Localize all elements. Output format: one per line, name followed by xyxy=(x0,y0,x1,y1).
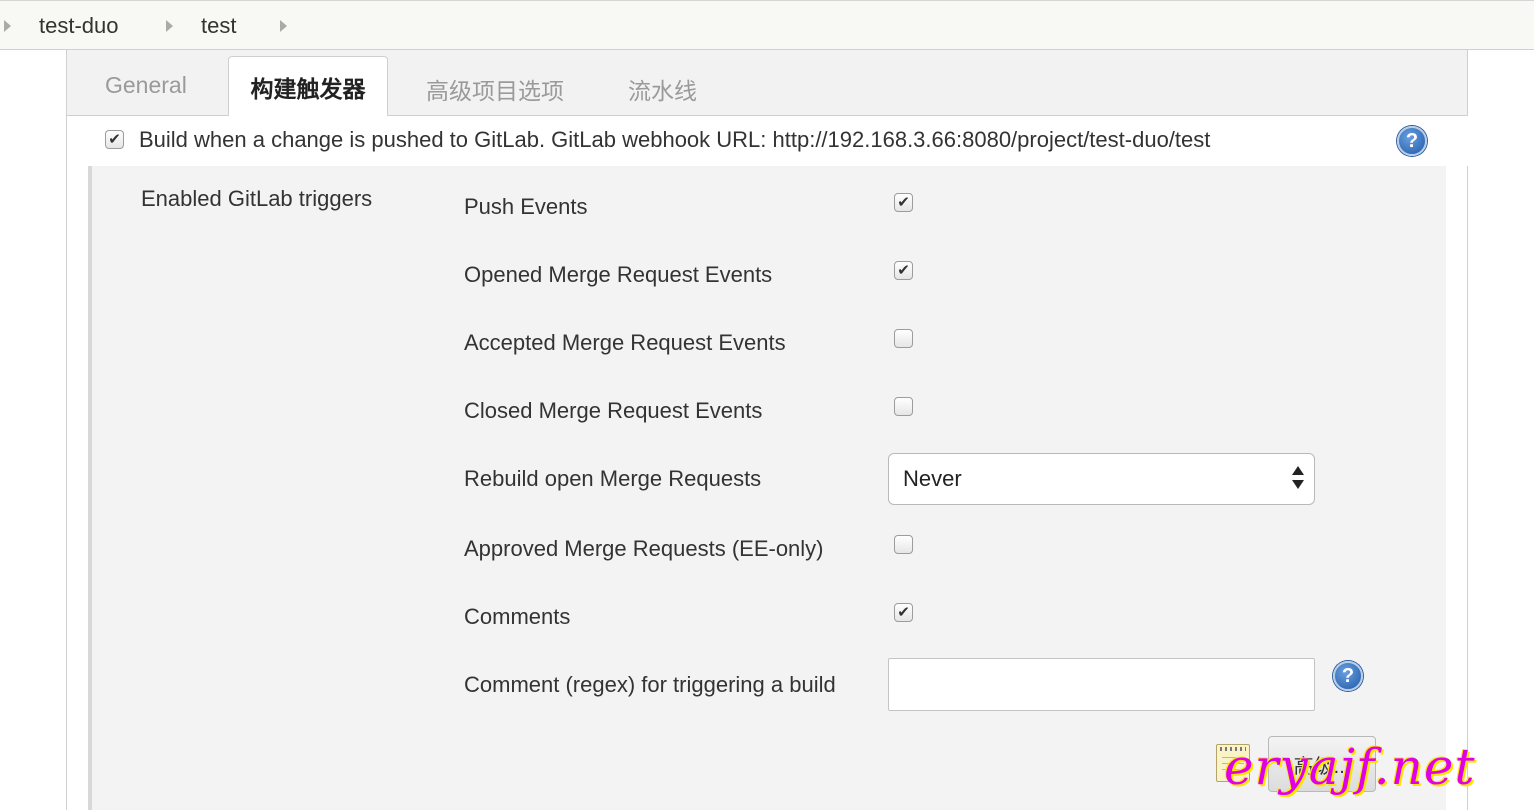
push-events-checkbox[interactable]: ✔ xyxy=(894,193,913,212)
comments-label: Comments xyxy=(464,604,571,629)
rebuild-open-mr-select[interactable]: Never xyxy=(888,453,1315,505)
approved-mr-checkbox[interactable] xyxy=(894,535,913,554)
accepted-mr-checkbox[interactable] xyxy=(894,329,913,348)
breadcrumb-item-project[interactable]: test-duo xyxy=(39,13,119,39)
help-icon[interactable]: ? xyxy=(1397,126,1427,156)
enabled-triggers-label: Enabled GitLab triggers xyxy=(141,186,373,211)
rebuild-open-mr-label: Rebuild open Merge Requests xyxy=(464,466,762,491)
tab-general[interactable]: General xyxy=(105,72,187,99)
tab-advanced-project-options[interactable]: 高级项目选项 xyxy=(426,72,564,106)
push-events-label: Push Events xyxy=(464,194,588,219)
approved-mr-label: Approved Merge Requests (EE-only) xyxy=(464,536,824,561)
help-icon[interactable]: ? xyxy=(1333,661,1363,691)
breadcrumb: test-duo test xyxy=(0,0,1534,50)
watermark: eryajf.net xyxy=(1224,738,1476,796)
gitlab-trigger-label: Build when a change is pushed to GitLab.… xyxy=(139,127,1211,152)
accepted-mr-label: Accepted Merge Request Events xyxy=(464,330,786,355)
closed-mr-label: Closed Merge Request Events xyxy=(464,398,763,423)
opened-mr-label: Opened Merge Request Events xyxy=(464,262,773,287)
comment-regex-input[interactable] xyxy=(888,658,1315,711)
comment-regex-label: Comment (regex) for triggering a build xyxy=(464,672,836,697)
gitlab-trigger-checkbox[interactable]: ✔ xyxy=(105,130,124,149)
breadcrumb-item-job[interactable]: test xyxy=(201,13,236,39)
opened-mr-checkbox[interactable]: ✔ xyxy=(894,261,913,280)
comments-checkbox[interactable]: ✔ xyxy=(894,603,913,622)
breadcrumb-arrow-icon[interactable] xyxy=(280,20,287,32)
breadcrumb-arrow-icon[interactable] xyxy=(166,20,173,32)
closed-mr-checkbox[interactable] xyxy=(894,397,913,416)
breadcrumb-arrow-icon xyxy=(4,20,11,32)
tab-build-triggers[interactable]: 构建触发器 xyxy=(228,56,388,117)
select-arrows-icon xyxy=(1292,466,1304,492)
rebuild-open-mr-value: Never xyxy=(903,466,962,491)
tab-pipeline[interactable]: 流水线 xyxy=(628,72,697,106)
config-tabs: General 构建触发器 高级项目选项 流水线 xyxy=(67,50,1467,117)
